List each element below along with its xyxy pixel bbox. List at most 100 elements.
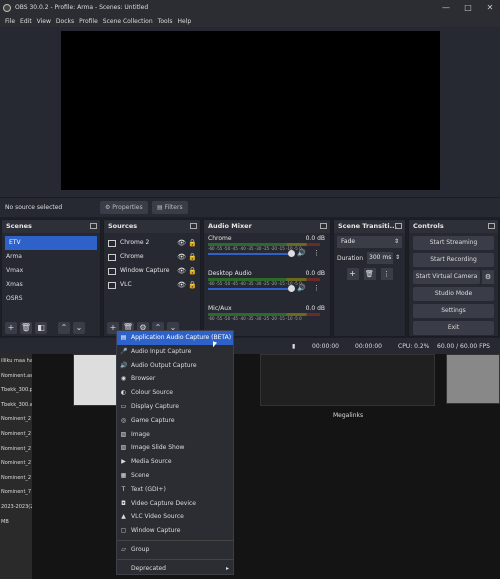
menu-scene-collection[interactable]: Scene Collection	[103, 18, 153, 25]
speaker-icon[interactable]: 🔊	[297, 249, 306, 257]
scene-item[interactable]: Vmax	[2, 264, 100, 278]
duration-input[interactable]: 300 ms	[367, 252, 393, 264]
studio-mode-button[interactable]: Studio Mode	[413, 287, 494, 301]
file-item[interactable]: Nominent_2	[0, 471, 32, 486]
filters-button[interactable]: ▤ Filters	[152, 201, 188, 214]
transition-properties-button[interactable]: ⋮	[380, 268, 393, 280]
program-preview[interactable]	[61, 31, 440, 190]
chevron-updown-icon[interactable]: ⇕	[395, 254, 400, 261]
menu-item-vlc-video-source[interactable]: ▲ VLC Video Source	[117, 510, 233, 524]
gear-icon[interactable]: ⚙	[482, 270, 494, 284]
menu-file[interactable]: File	[5, 18, 15, 25]
menu-tools[interactable]: Tools	[158, 18, 173, 25]
file-item[interactable]: MB	[0, 515, 32, 530]
volume-slider[interactable]	[208, 288, 291, 290]
audio-channel: Desktop Audio 0.0 dB -60 -55 -50 -45 -40 …	[204, 268, 330, 303]
menu-item-game-capture[interactable]: ◎ Game Capture	[117, 414, 233, 428]
scene-item[interactable]: Xmas	[2, 278, 100, 292]
channel-db: 0.0 dB	[305, 305, 325, 312]
file-item[interactable]: Nominent_2	[0, 456, 32, 471]
scene-item[interactable]: Arma	[2, 250, 100, 264]
menu-item-media-source[interactable]: ▶ Media Source	[117, 455, 233, 469]
start-virtual-camera-button[interactable]: Start Virtual Camera	[413, 270, 480, 284]
file-item[interactable]: Nominent_7	[0, 485, 32, 500]
move-up-button[interactable]: ⌃	[58, 322, 70, 334]
lock-icon[interactable]: 🔒	[188, 250, 197, 264]
undock-icon[interactable]	[488, 223, 495, 229]
start-streaming-button[interactable]: Start Streaming	[413, 236, 494, 250]
source-item[interactable]: Chrome 2 👁 🔒	[104, 236, 200, 250]
start-recording-button[interactable]: Start Recording	[413, 253, 494, 267]
thumbnail[interactable]	[260, 354, 435, 406]
remove-transition-button[interactable]: 🗑	[363, 268, 376, 280]
file-item[interactable]: Nominent_2	[0, 442, 32, 457]
menu-docks[interactable]: Docks	[56, 18, 74, 25]
menu-item-colour-source[interactable]: ◐ Colour Source	[117, 386, 233, 400]
visibility-icon[interactable]: 👁	[177, 250, 186, 264]
settings-button[interactable]: Settings	[413, 304, 494, 318]
properties-button[interactable]: ⚙ Properties	[100, 201, 148, 214]
menu-help[interactable]: Help	[177, 18, 191, 25]
menu-item-deprecated[interactable]: Deprecated ▸	[117, 562, 233, 576]
file-item[interactable]: Nominent_2	[0, 412, 32, 427]
close-icon[interactable]: ✕	[480, 0, 500, 15]
transitions-header: Scene Transiti...	[334, 220, 405, 233]
menu-item-text-gdi[interactable]: T Text (GDI+)	[117, 483, 233, 497]
camera-icon: ◘	[121, 499, 126, 507]
file-item[interactable]: Tbekk_300.ai	[0, 398, 32, 413]
maximize-icon[interactable]: □	[458, 0, 478, 15]
lock-icon[interactable]: 🔒	[188, 236, 197, 250]
volume-knob[interactable]	[288, 250, 295, 257]
source-item[interactable]: VLC 👁 🔒	[104, 278, 200, 292]
menu-profile[interactable]: Profile	[79, 18, 98, 25]
more-icon[interactable]: ⋮	[313, 249, 320, 257]
source-item[interactable]: Window Capture 👁 🔒	[104, 264, 200, 278]
menu-item-group[interactable]: ▱ Group	[117, 543, 233, 557]
volume-knob[interactable]	[288, 285, 295, 292]
gamepad-icon: ◎	[120, 416, 127, 424]
menu-view[interactable]: View	[37, 18, 51, 25]
menu-item-label: VLC Video Source	[131, 513, 184, 521]
menu-item-display-capture[interactable]: ▭ Display Capture	[117, 400, 233, 414]
undock-icon[interactable]	[395, 223, 402, 229]
undock-icon[interactable]	[190, 223, 197, 229]
scene-filters-button[interactable]: ◧	[35, 322, 47, 334]
remove-scene-button[interactable]: 🗑	[20, 322, 32, 334]
source-type-icon	[108, 267, 116, 275]
menu-item-scene[interactable]: ▦ Scene	[117, 469, 233, 483]
visibility-icon[interactable]: 👁	[177, 278, 186, 292]
lock-icon[interactable]: 🔒	[188, 264, 197, 278]
visibility-icon[interactable]: 👁	[177, 264, 186, 278]
file-item[interactable]: Nominent.as	[0, 369, 32, 384]
menu-item-audio-output-capture[interactable]: 🔊 Audio Output Capture	[117, 359, 233, 373]
add-scene-button[interactable]: +	[5, 322, 17, 334]
audio-channel: Chrome 0.0 dB -60 -55 -50 -45 -40 -35 -30…	[204, 233, 330, 268]
minimize-icon[interactable]: —	[436, 0, 456, 15]
menu-item-video-capture-device[interactable]: ◘ Video Capture Device	[117, 497, 233, 511]
undock-icon[interactable]	[320, 223, 327, 229]
more-icon[interactable]: ⋮	[313, 284, 320, 292]
add-transition-button[interactable]: +	[346, 268, 359, 280]
undock-icon[interactable]	[90, 223, 97, 229]
transition-select[interactable]: Fade ⇕	[337, 236, 402, 248]
thumbnail[interactable]	[446, 354, 500, 404]
source-item[interactable]: Chrome 👁 🔒	[104, 250, 200, 264]
chevron-updown-icon: ⇕	[393, 238, 399, 245]
menu-edit[interactable]: Edit	[20, 18, 32, 25]
file-item[interactable]: Nominent_2	[0, 427, 32, 442]
speaker-icon[interactable]: 🔊	[297, 284, 306, 292]
scene-item[interactable]: ETV	[5, 236, 97, 250]
menu-item-browser[interactable]: ◉ Browser	[117, 372, 233, 386]
volume-slider[interactable]	[208, 253, 291, 255]
file-item[interactable]: Tbekk_300.pd	[0, 383, 32, 398]
scene-item[interactable]: OSRS	[2, 292, 100, 306]
menu-item-image-slide-show[interactable]: ▧ Image Slide Show	[117, 441, 233, 455]
lock-icon[interactable]: 🔒	[188, 278, 197, 292]
exit-button[interactable]: Exit	[413, 321, 494, 335]
move-down-button[interactable]: ⌄	[73, 322, 85, 334]
file-item[interactable]: 2023-2023(2	[0, 500, 32, 515]
file-item[interactable]: illiku maa ha	[0, 354, 32, 369]
menu-item-image[interactable]: ▨ Image	[117, 428, 233, 442]
visibility-icon[interactable]: 👁	[177, 236, 186, 250]
menu-item-window-capture[interactable]: ▢ Window Capture	[117, 524, 233, 538]
